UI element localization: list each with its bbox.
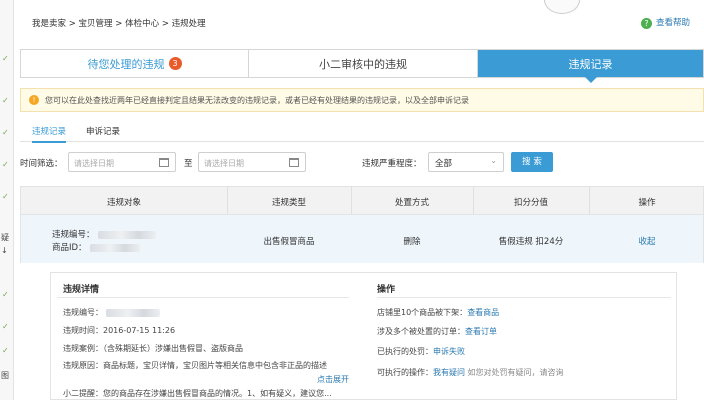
violation-id-label: 违规编号： bbox=[52, 228, 156, 240]
view-products-link[interactable]: 查看商品 bbox=[467, 308, 499, 317]
view-orders-link[interactable]: 查看订单 bbox=[465, 327, 497, 336]
breadcrumb-separator: > bbox=[68, 19, 76, 29]
end-date-input[interactable]: 请选择日期 bbox=[198, 152, 306, 172]
date-placeholder: 请选择日期 bbox=[204, 159, 244, 168]
sidebar-char: 图 bbox=[1, 371, 9, 380]
notice-text: 您可以在此处查找近两年已经直接判定且结果无法改变的违规记录，或者已经有处理结果的… bbox=[45, 95, 469, 105]
detail-text: 违规编号： bbox=[63, 308, 103, 317]
count-badge: 3 bbox=[168, 57, 182, 70]
help-label: 查看帮助 bbox=[655, 18, 690, 28]
action-text: 已执行的处罚： bbox=[377, 347, 433, 356]
action-text: 涉及多个被处置的订单： bbox=[377, 327, 465, 336]
sub-tabs: 违规记录 申诉记录 bbox=[20, 120, 704, 143]
column-header: 处置方式 bbox=[394, 198, 429, 208]
detail-line: 违规时间：2016-07-15 11:26 bbox=[63, 326, 176, 335]
tab-label: 小二审核中的违规 bbox=[319, 57, 407, 71]
check-icon: ✓ bbox=[2, 346, 9, 355]
redacted-value bbox=[89, 243, 140, 252]
calendar-icon bbox=[289, 158, 299, 167]
tab-violation-records[interactable]: 违规记录 bbox=[478, 50, 703, 83]
violation-type: 出售假冒商品 bbox=[263, 237, 315, 247]
action-hint: 如您对处罚有疑问，请咨询 bbox=[465, 368, 564, 377]
appeal-failed-link[interactable]: 申诉失败 bbox=[433, 347, 465, 356]
subtab-violation-records[interactable]: 违规记录 bbox=[32, 125, 67, 143]
time-filter-label: 时间筛选： bbox=[20, 159, 63, 169]
column-header: 违规类型 bbox=[271, 198, 306, 208]
disposal-method: 删除 bbox=[403, 237, 421, 247]
main-tabs: 待您处理的违规 3 小二审核中的违规 违规记录 bbox=[20, 49, 704, 83]
divider bbox=[377, 297, 671, 298]
breadcrumb-item[interactable]: 宝贝管理 bbox=[79, 19, 113, 29]
column-header: 扣分分值 bbox=[513, 198, 548, 208]
page-header: 我是卖家 > 宝贝管理 > 体检中心 > 违规处理 ? 查看帮助 bbox=[20, 0, 704, 36]
column-header: 操作 bbox=[638, 198, 656, 208]
info-notice: ! 您可以在此处查找近两年已经直接判定且结果无法改变的违规记录，或者已经有处理结… bbox=[20, 88, 704, 112]
subtab-appeal-records[interactable]: 申诉记录 bbox=[86, 125, 120, 137]
tab-label: 违规记录 bbox=[568, 57, 613, 71]
check-icon: ✓ bbox=[2, 290, 9, 299]
detail-line: 违规编号： bbox=[63, 307, 160, 318]
breadcrumb-separator: > bbox=[161, 19, 169, 29]
check-icon: ✓ bbox=[2, 54, 9, 63]
tab-under-review[interactable]: 小二审核中的违规 bbox=[249, 50, 478, 77]
column-header: 违规对象 bbox=[106, 198, 141, 208]
sidebar-char: 疑 bbox=[1, 233, 9, 242]
avatar[interactable] bbox=[544, 0, 580, 14]
date-to-label: 至 bbox=[184, 159, 193, 169]
penalty-score: 售假违规 扣24分 bbox=[498, 237, 564, 247]
action-line: 已执行的处罚：申诉失败 bbox=[377, 346, 465, 357]
help-icon: ? bbox=[640, 18, 652, 29]
sidebar-char: ↓ bbox=[1, 246, 8, 255]
cell-text: 商品ID： bbox=[52, 243, 87, 253]
violation-detail-panel: 违规详情 违规编号： 违规时间：2016-07-15 11:26 违规案例：（含… bbox=[50, 272, 677, 400]
warning-icon: ! bbox=[29, 95, 39, 105]
action-line: 可执行的操作：我有疑问 如您对处罚有疑问，请咨询 bbox=[377, 367, 564, 378]
chevron-down-icon: ⌄ bbox=[490, 156, 497, 165]
action-text: 店铺里10个商品被下架： bbox=[377, 308, 468, 317]
divider bbox=[57, 297, 349, 298]
cell-text: 违规编号： bbox=[52, 230, 95, 240]
check-icon: ✓ bbox=[2, 96, 9, 105]
check-icon: ✓ bbox=[2, 192, 9, 201]
action-line: 涉及多个被处置的订单：查看订单 bbox=[377, 326, 497, 337]
collapse-link[interactable]: 收起 bbox=[589, 235, 704, 247]
actions-title: 操作 bbox=[377, 285, 396, 295]
start-date-input[interactable]: 请选择日期 bbox=[68, 152, 176, 172]
breadcrumb-separator: > bbox=[115, 19, 123, 29]
expand-link[interactable]: 点击展开 bbox=[317, 374, 349, 385]
severity-value: 全部 bbox=[435, 159, 453, 169]
redacted-value bbox=[106, 308, 160, 317]
product-id-label: 商品ID： bbox=[52, 241, 140, 253]
calendar-icon bbox=[159, 158, 169, 167]
action-text: 可执行的操作： bbox=[377, 368, 433, 377]
check-icon: ✓ bbox=[2, 322, 9, 331]
tab-label: 待您处理的违规 bbox=[87, 57, 165, 71]
help-link[interactable]: ? 查看帮助 bbox=[640, 16, 690, 29]
breadcrumb-item[interactable]: 我是卖家 bbox=[32, 19, 66, 29]
table-header: 违规对象 违规类型 处置方式 扣分分值 操作 bbox=[20, 186, 704, 216]
severity-select[interactable]: 全部 ⌄ bbox=[428, 152, 504, 172]
severity-label: 违规严重程度： bbox=[362, 159, 422, 169]
check-icon: ✓ bbox=[2, 160, 9, 169]
redacted-value bbox=[97, 230, 156, 239]
have-question-link[interactable]: 我有疑问 bbox=[433, 368, 465, 377]
sidebar-edge: ✓ ✓ ✓ ✓ ✓ 疑 ↓ ✓ ✓ ✓ 图 bbox=[0, 0, 14, 400]
breadcrumb: 我是卖家 > 宝贝管理 > 体检中心 > 违规处理 bbox=[32, 17, 206, 29]
breadcrumb-item[interactable]: 体检中心 bbox=[125, 19, 159, 29]
detail-line: 违规原因：商品标题，宝贝详情，宝贝图片等相关信息中包含非正品的描述 bbox=[63, 361, 327, 370]
check-icon: ✓ bbox=[2, 128, 9, 137]
date-placeholder: 请选择日期 bbox=[74, 159, 114, 168]
search-button[interactable]: 搜 索 bbox=[511, 152, 553, 172]
detail-line: 违规案例：（含殊期延长）涉嫌出售假冒、盗版商品 bbox=[63, 344, 243, 353]
tab-pending-violations[interactable]: 待您处理的违规 3 bbox=[21, 50, 249, 77]
breadcrumb-item: 违规处理 bbox=[171, 19, 206, 29]
table-row: 违规编号： 商品ID： 出售假冒商品 删除 售假违规 扣24分 收起 bbox=[20, 215, 704, 263]
filter-row: 时间筛选： 请选择日期 至 请选择日期 违规严重程度： 全部 ⌄ 搜 索 bbox=[20, 152, 704, 174]
action-line: 店铺里10个商品被下架：查看商品 bbox=[377, 307, 499, 318]
detail-line: 小二提醒：您的商品存在涉嫌出售假冒商品的情况。1、如有疑义，建议您... bbox=[63, 389, 332, 398]
detail-title: 违规详情 bbox=[63, 285, 100, 295]
